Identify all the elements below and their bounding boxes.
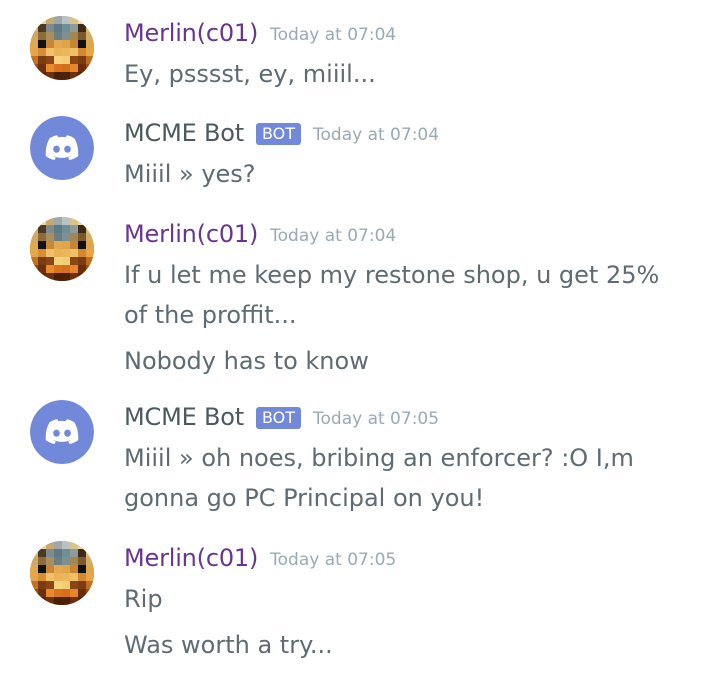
timestamp[interactable]: Today at 07:04 <box>313 125 439 145</box>
message-text: Miiil » oh noes, bribing an enforcer? :O… <box>124 444 634 512</box>
message-text: Was worth a try... <box>124 631 333 659</box>
user-avatar[interactable] <box>30 217 94 281</box>
message-group: Merlin(c01) Today at 07:04 If u let me k… <box>0 217 719 387</box>
message-text: Ey, psssst, ey, miiil... <box>124 60 376 88</box>
bot-avatar[interactable] <box>30 116 94 180</box>
username[interactable]: Merlin(c01) <box>124 544 258 572</box>
message-header: Merlin(c01) Today at 07:05 <box>124 541 396 575</box>
bot-badge: BOT <box>255 407 301 429</box>
user-avatar[interactable] <box>30 16 94 80</box>
minecraft-skin-avatar-icon <box>30 217 94 281</box>
chat-log: Merlin(c01) Today at 07:04 Ey, psssst, e… <box>0 0 719 678</box>
user-avatar[interactable] <box>30 541 94 605</box>
username[interactable]: Merlin(c01) <box>124 220 258 248</box>
timestamp[interactable]: Today at 07:05 <box>313 409 439 429</box>
discord-logo-icon <box>30 400 94 464</box>
discord-logo-icon <box>30 116 94 180</box>
timestamp[interactable]: Today at 07:04 <box>270 25 396 45</box>
username[interactable]: MCME Bot <box>124 119 244 147</box>
username[interactable]: MCME Bot <box>124 403 244 431</box>
message-header: Merlin(c01) Today at 07:04 <box>124 16 396 50</box>
message-header: MCME Bot BOT Today at 07:05 <box>124 400 439 434</box>
bot-badge: BOT <box>255 123 301 145</box>
message-group: MCME Bot BOT Today at 07:04 Miiil » yes? <box>0 116 719 206</box>
username[interactable]: Merlin(c01) <box>124 19 258 47</box>
message-group: MCME Bot BOT Today at 07:05 Miiil » oh n… <box>0 400 719 524</box>
message-text: Rip <box>124 585 163 613</box>
message-text: If u let me keep my restone shop, u get … <box>124 261 660 329</box>
minecraft-skin-avatar-icon <box>30 541 94 605</box>
message-header: MCME Bot BOT Today at 07:04 <box>124 116 439 150</box>
message-header: Merlin(c01) Today at 07:04 <box>124 217 396 251</box>
message-group: Merlin(c01) Today at 07:04 Ey, psssst, e… <box>0 16 719 106</box>
timestamp[interactable]: Today at 07:05 <box>270 550 396 570</box>
bot-avatar[interactable] <box>30 400 94 464</box>
timestamp[interactable]: Today at 07:04 <box>270 226 396 246</box>
message-text: Miiil » yes? <box>124 160 256 188</box>
minecraft-skin-avatar-icon <box>30 16 94 80</box>
message-text: Nobody has to know <box>124 347 369 375</box>
message-group: Merlin(c01) Today at 07:05 Rip Was worth… <box>0 541 719 671</box>
